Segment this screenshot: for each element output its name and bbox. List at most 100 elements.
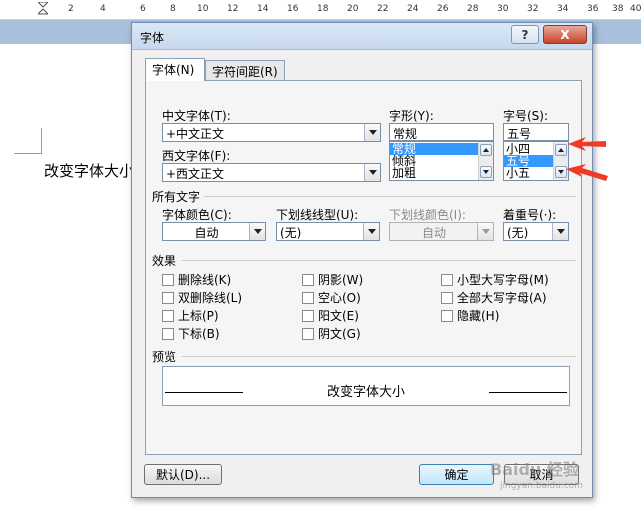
- shadow-checkbox[interactable]: 阴影(W): [302, 271, 363, 288]
- emphasis-mark-dropdown-button[interactable]: [552, 223, 568, 240]
- chevron-down-icon: [368, 170, 377, 175]
- checkbox-label: 隐藏(H): [457, 309, 500, 323]
- chevron-down-icon: [481, 229, 490, 234]
- indent-marker-icon[interactable]: [38, 2, 48, 16]
- underline-style-select[interactable]: (无): [276, 222, 380, 241]
- chevron-down-icon: [253, 229, 262, 234]
- section-divider: [182, 356, 576, 357]
- scroll-up-button[interactable]: [555, 144, 567, 156]
- help-button[interactable]: ?: [511, 25, 539, 44]
- all-text-heading: 所有文字: [152, 190, 201, 204]
- checkbox-label: 下标(B): [178, 327, 220, 341]
- document-text[interactable]: 改变字体大小: [44, 160, 134, 181]
- scroll-up-button[interactable]: [480, 144, 492, 156]
- chinese-font-dropdown-button[interactable]: [364, 124, 380, 141]
- annotation-arrow-icon: [566, 164, 608, 181]
- size-input-value: 五号: [507, 127, 532, 141]
- checkbox-box: [441, 309, 453, 322]
- checkbox-box: [162, 309, 174, 322]
- style-input[interactable]: 常规: [389, 123, 494, 141]
- dialog-title: 字体: [140, 31, 165, 45]
- chinese-font-select[interactable]: +中文正文: [162, 123, 381, 142]
- size-label: 字号(S):: [503, 109, 549, 123]
- checkbox-label: 阴文(G): [318, 327, 361, 341]
- checkbox-label: 阴影(W): [318, 273, 364, 287]
- scroll-down-button[interactable]: [480, 166, 492, 178]
- checkbox-label: 上标(P): [178, 309, 219, 323]
- emboss-checkbox[interactable]: 阳文(E): [302, 307, 359, 324]
- checkbox-label: 阳文(E): [318, 309, 359, 323]
- size-list[interactable]: 小四 五号 小五: [503, 141, 569, 181]
- watermark-url: jingyan.baidu.com: [500, 481, 584, 491]
- emphasis-mark-select[interactable]: (无): [503, 222, 569, 241]
- checkbox-label: 全部大写字母(A): [457, 291, 547, 305]
- western-font-value: +西文正文: [166, 167, 225, 181]
- ruler-number: 16: [287, 4, 299, 14]
- preview-rule-right: [489, 392, 567, 393]
- outline-checkbox[interactable]: 空心(O): [302, 289, 361, 306]
- chinese-font-label: 中文字体(T):: [162, 109, 231, 123]
- strikethrough-checkbox[interactable]: 删除线(K): [162, 271, 231, 288]
- subscript-checkbox[interactable]: 下标(B): [162, 325, 220, 342]
- ruler-number: 28: [467, 4, 479, 14]
- dialog-titlebar[interactable]: 字体 ? X: [132, 23, 592, 50]
- ruler-number: 26: [437, 4, 449, 14]
- ruler-number: 34: [557, 4, 569, 14]
- checkbox-box: [302, 309, 314, 322]
- ruler-number: 2: [68, 4, 74, 14]
- arrow-up-icon: [558, 148, 564, 152]
- font-dialog: 字体 ? X 字体(N) 字符间距(R) 中文字体(T): +中文正文 西文字体…: [131, 22, 593, 498]
- chevron-down-icon: [367, 229, 376, 234]
- ruler-number: 32: [527, 4, 539, 14]
- font-color-dropdown-button[interactable]: [249, 223, 265, 240]
- checkbox-box: [302, 327, 314, 340]
- superscript-checkbox[interactable]: 上标(P): [162, 307, 219, 324]
- section-divider: [182, 260, 576, 261]
- font-color-select[interactable]: 自动: [162, 222, 266, 241]
- ruler-number: 4: [100, 4, 106, 14]
- style-list-scrollbar[interactable]: [478, 142, 493, 180]
- tab-font[interactable]: 字体(N): [145, 58, 205, 81]
- checkbox-box: [441, 273, 453, 286]
- checkbox-box: [441, 291, 453, 304]
- underline-color-dropdown-button: [477, 223, 493, 240]
- checkbox-box: [302, 291, 314, 304]
- western-font-select[interactable]: +西文正文: [162, 163, 381, 182]
- tab-character-spacing[interactable]: 字符间距(R): [205, 60, 285, 81]
- underline-style-label: 下划线线型(U):: [276, 208, 359, 222]
- underline-style-dropdown-button[interactable]: [363, 223, 379, 240]
- checkbox-box: [302, 273, 314, 286]
- small-caps-checkbox[interactable]: 小型大写字母(M): [441, 271, 549, 288]
- arrow-down-icon: [558, 170, 564, 174]
- close-button[interactable]: X: [543, 25, 587, 44]
- set-as-default-button[interactable]: 默认(D)...: [144, 464, 222, 485]
- ruler-number: 14: [257, 4, 269, 14]
- style-list[interactable]: 常规 倾斜 加粗: [389, 141, 494, 181]
- western-font-label: 西文字体(F):: [162, 149, 231, 163]
- checkbox-label: 双删除线(L): [178, 291, 243, 305]
- hidden-checkbox[interactable]: 隐藏(H): [441, 307, 499, 324]
- ruler-number: 36: [587, 4, 599, 14]
- western-font-dropdown-button[interactable]: [364, 164, 380, 181]
- engrave-checkbox[interactable]: 阴文(G): [302, 325, 361, 342]
- double-strikethrough-checkbox[interactable]: 双删除线(L): [162, 289, 242, 306]
- preview-heading: 预览: [152, 350, 177, 364]
- effects-heading: 效果: [152, 254, 177, 268]
- ruler-number: 8: [170, 4, 176, 14]
- section-divider: [204, 196, 576, 197]
- underline-style-value: (无): [280, 226, 302, 240]
- underline-color-label: 下划线颜色(I):: [389, 208, 466, 222]
- ruler-number: 6: [140, 4, 146, 14]
- emphasis-mark-value: (无): [507, 226, 529, 240]
- all-caps-checkbox[interactable]: 全部大写字母(A): [441, 289, 547, 306]
- ruler-number: 30: [497, 4, 509, 14]
- chevron-down-icon: [368, 130, 377, 135]
- ruler-number: 22: [377, 4, 389, 14]
- checkbox-box: [162, 291, 174, 304]
- crop-mark: [41, 128, 42, 153]
- checkbox-box: [162, 327, 174, 340]
- size-input[interactable]: 五号: [503, 123, 569, 141]
- ok-button[interactable]: 确定: [419, 464, 494, 485]
- font-tab-panel: 中文字体(T): +中文正文 西文字体(F): +西文正文 字形(Y): 常规 …: [145, 80, 582, 455]
- annotation-arrow-icon: [568, 137, 606, 151]
